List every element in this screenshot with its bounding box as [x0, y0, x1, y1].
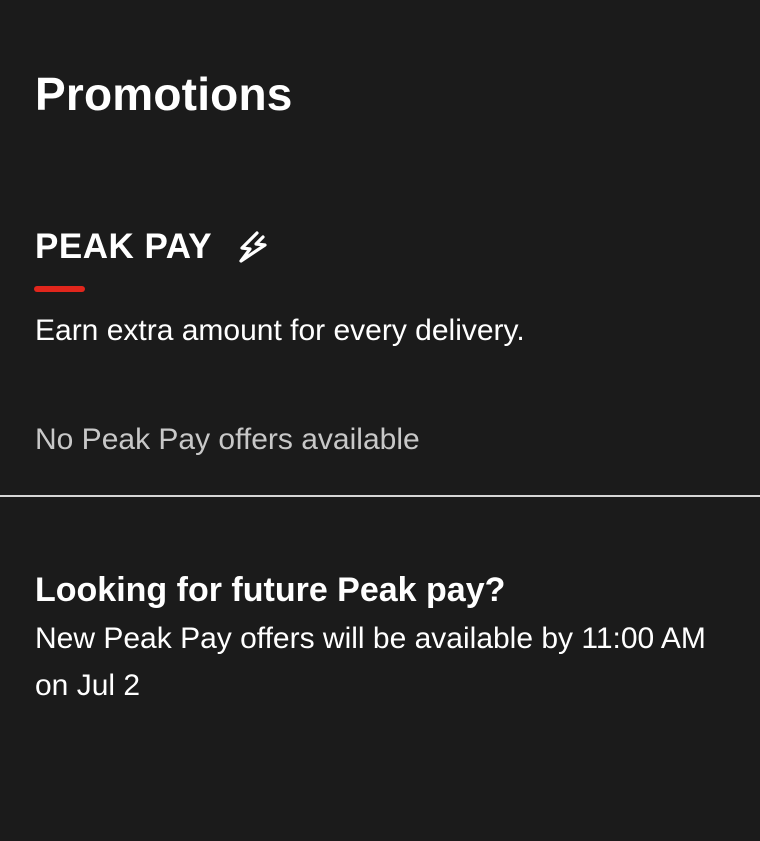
future-peak-pay-message: New Peak Pay offers will be available by… — [35, 622, 706, 702]
no-offers-message: No Peak Pay offers available — [35, 423, 420, 456]
accent-underline — [34, 286, 85, 292]
future-peak-pay-title: Looking for future Peak pay? — [35, 571, 506, 609]
peak-pay-header: PEAK PAY — [35, 222, 270, 272]
page-title: Promotions — [35, 68, 293, 120]
section-divider — [0, 495, 760, 497]
peak-pay-description: Earn extra amount for every delivery. — [35, 314, 525, 347]
peak-pay-title: PEAK PAY — [35, 227, 213, 266]
lightning-bolt-icon — [236, 229, 270, 265]
